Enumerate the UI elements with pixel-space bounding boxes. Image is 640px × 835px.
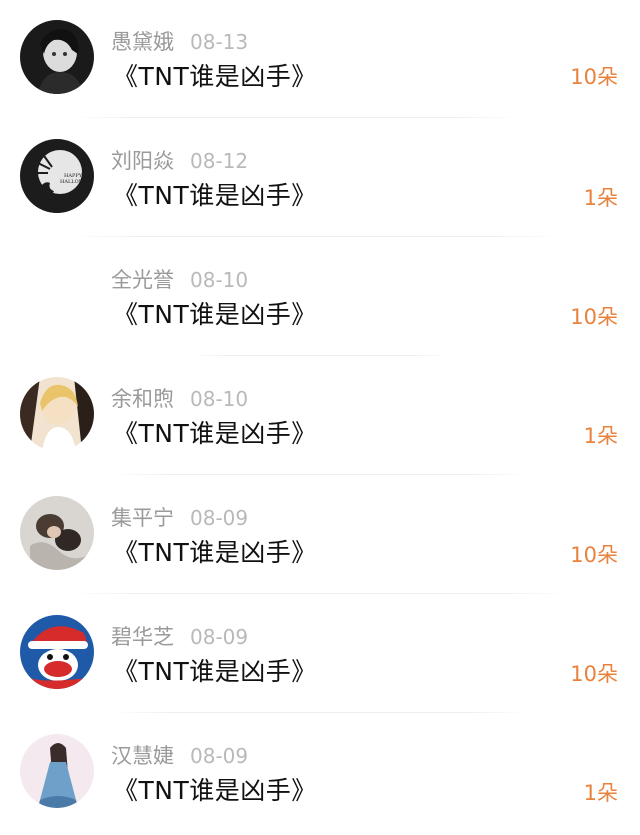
gift-count: 1朵	[583, 424, 618, 448]
divider	[110, 474, 530, 475]
gift-count: 10朵	[570, 305, 618, 329]
user-name[interactable]: 汉慧婕	[111, 744, 174, 768]
gift-date: 08-09	[190, 744, 249, 768]
divider	[70, 593, 570, 594]
gift-date: 08-09	[190, 506, 249, 530]
list-item[interactable]: 碧华芝 08-09 《TNT谁是凶手》 10朵	[0, 595, 640, 714]
list-item[interactable]: 汉慧婕 08-09 《TNT谁是凶手》 1朵	[0, 714, 640, 833]
work-title[interactable]: 《TNT谁是凶手》	[113, 417, 317, 451]
gift-count: 10朵	[570, 65, 618, 89]
work-title[interactable]: 《TNT谁是凶手》	[113, 536, 317, 570]
work-title[interactable]: 《TNT谁是凶手》	[113, 655, 317, 689]
gift-count: 10朵	[570, 662, 618, 686]
user-name[interactable]: 刘阳焱	[111, 149, 174, 173]
divider	[70, 236, 560, 237]
work-title[interactable]: 《TNT谁是凶手》	[113, 298, 317, 332]
user-meta: 全光誉 08-10	[111, 265, 248, 295]
avatar-halloween-icon[interactable]: HAPPY HALLOWEEN	[20, 139, 94, 213]
gift-count: 10朵	[570, 543, 618, 567]
divider	[110, 712, 530, 713]
gift-record-list: 愚黛娥 08-13 《TNT谁是凶手》 10朵 HAPPY HALLOWEEN 刘…	[0, 0, 640, 835]
user-meta: 愚黛娥 08-13	[111, 27, 248, 57]
user-meta: 碧华芝 08-09	[111, 622, 248, 652]
divider	[70, 117, 520, 118]
work-title[interactable]: 《TNT谁是凶手》	[113, 774, 317, 808]
work-title[interactable]: 《TNT谁是凶手》	[113, 60, 317, 94]
gift-date: 08-13	[190, 30, 249, 54]
list-item[interactable]: HAPPY HALLOWEEN 刘阳焱 08-12 《TNT谁是凶手》 1朵	[0, 119, 640, 238]
avatar-blank-icon[interactable]	[20, 258, 94, 332]
user-name[interactable]: 全光誉	[111, 268, 174, 292]
avatar-monkey-santa-icon[interactable]	[20, 615, 94, 689]
avatar-girl-blue-dress-icon[interactable]	[20, 734, 94, 808]
list-item[interactable]: 余和煦 08-10 《TNT谁是凶手》 1朵	[0, 357, 640, 476]
list-item[interactable]: 愚黛娥 08-13 《TNT谁是凶手》 10朵	[0, 0, 640, 119]
avatar-portrait-dark-icon[interactable]	[20, 20, 94, 94]
gift-date: 08-09	[190, 625, 249, 649]
user-meta: 余和煦 08-10	[111, 384, 248, 414]
user-name[interactable]: 愚黛娥	[111, 30, 174, 54]
gift-count: 1朵	[583, 186, 618, 210]
user-name[interactable]: 余和煦	[111, 387, 174, 411]
avatar-anime-blond-icon[interactable]	[20, 377, 94, 451]
user-name[interactable]: 碧华芝	[111, 625, 174, 649]
work-title[interactable]: 《TNT谁是凶手》	[113, 179, 317, 213]
gift-count: 1朵	[583, 781, 618, 805]
divider	[190, 355, 450, 356]
list-item[interactable]: 全光誉 08-10 《TNT谁是凶手》 10朵	[0, 238, 640, 357]
user-meta: 刘阳焱 08-12	[111, 146, 248, 176]
user-meta: 汉慧婕 08-09	[111, 741, 248, 771]
user-meta: 集平宁 08-09	[111, 503, 248, 533]
gift-date: 08-10	[190, 387, 249, 411]
gift-date: 08-12	[190, 149, 249, 173]
gift-date: 08-10	[190, 268, 249, 292]
user-name[interactable]: 集平宁	[111, 506, 174, 530]
list-item[interactable]: 集平宁 08-09 《TNT谁是凶手》 10朵	[0, 476, 640, 595]
avatar-sleeping-couple-icon[interactable]	[20, 496, 94, 570]
svg-text:HALLOWEEN: HALLOWEEN	[60, 179, 94, 185]
